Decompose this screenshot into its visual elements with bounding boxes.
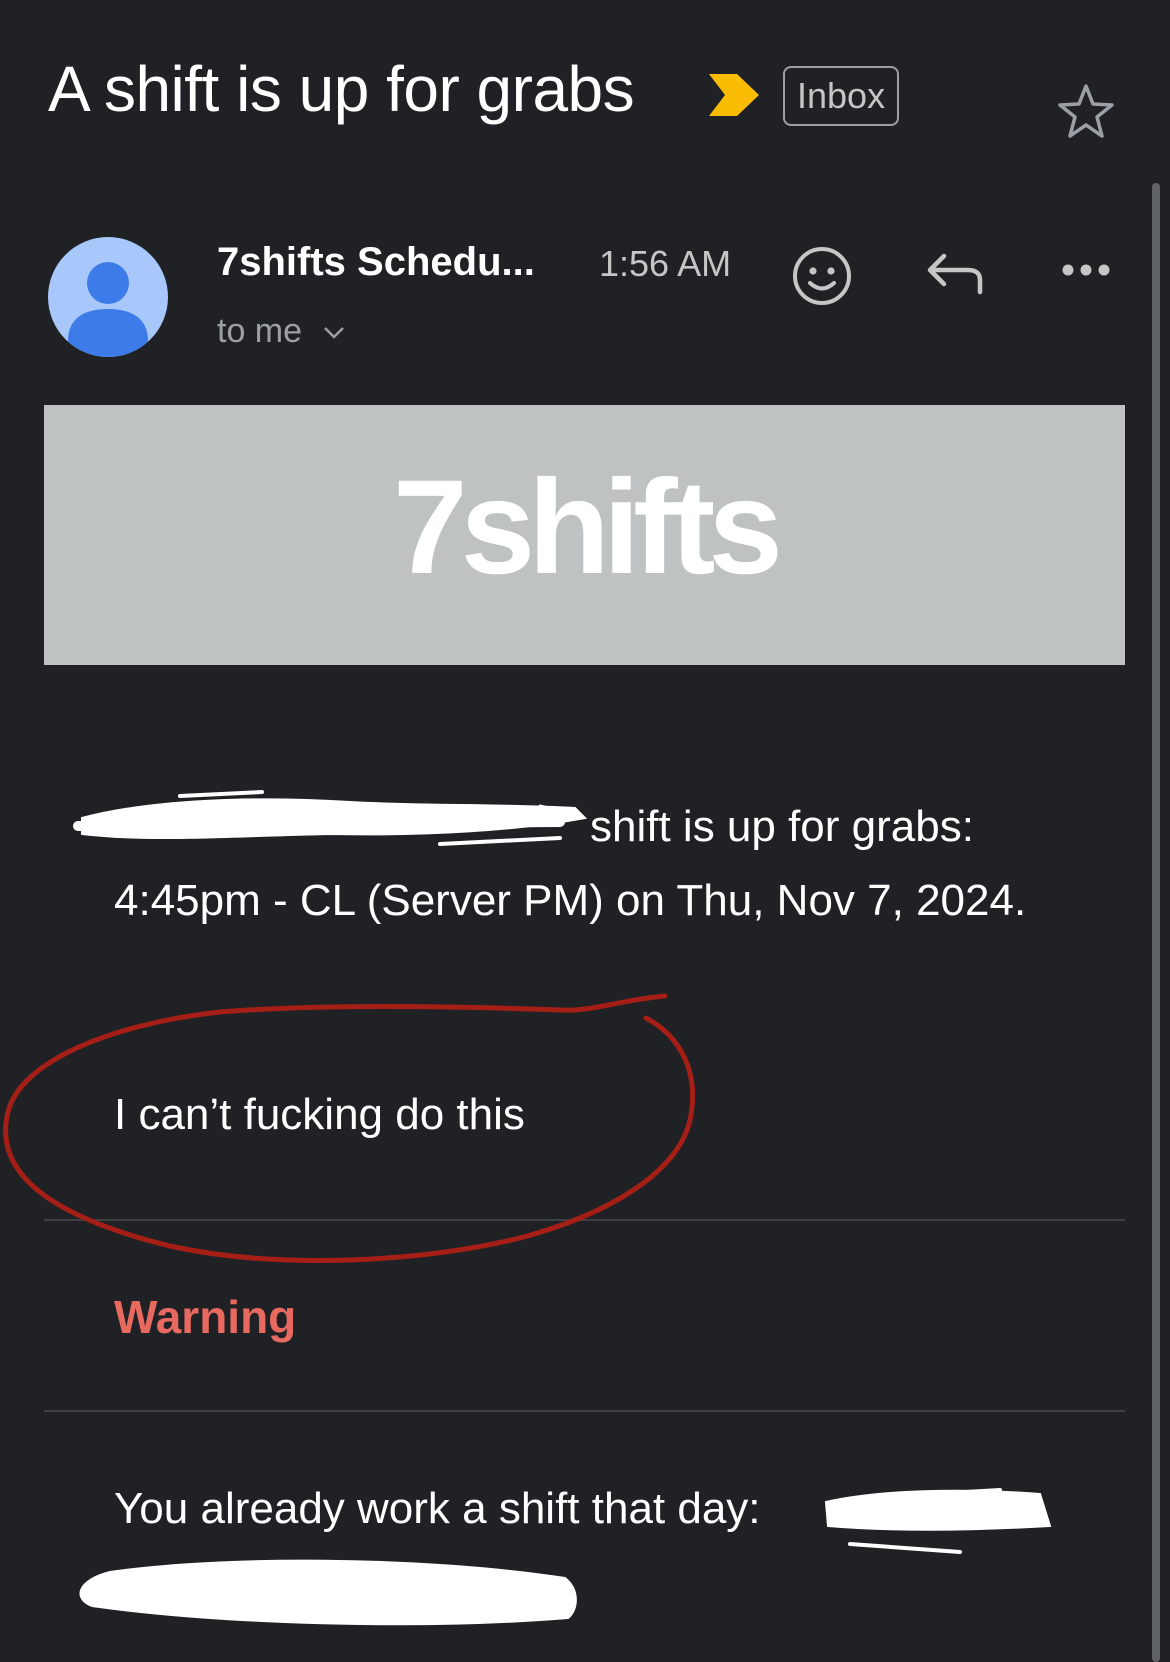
brand-logo-text: 7shifts <box>393 453 783 602</box>
sender-name[interactable]: 7shifts Schedu... <box>217 240 535 285</box>
avatar-person-icon <box>68 262 148 357</box>
reply-icon[interactable] <box>924 248 986 298</box>
star-icon[interactable] <box>1056 82 1116 142</box>
importance-marker-icon[interactable] <box>707 72 761 118</box>
scrollbar[interactable] <box>1152 183 1160 1662</box>
annotated-text: I can’t fucking do this <box>114 1090 525 1139</box>
avatar[interactable] <box>48 237 168 357</box>
emoji-reaction-icon[interactable] <box>790 244 854 308</box>
conflict-text: You already work a shift that day: <box>114 1484 761 1533</box>
warning-heading: Warning <box>114 1291 297 1343</box>
inbox-label-chip[interactable]: Inbox <box>783 66 900 126</box>
brand-banner: 7shifts <box>44 405 1125 665</box>
shift-offer-text: shift is up for grabs: 4:45pm - CL (Serv… <box>114 790 1074 938</box>
chevron-down-icon <box>323 327 344 339</box>
redaction-mark <box>79 1559 577 1626</box>
shift-offer-paragraph: shift is up for grabs: 4:45pm - CL (Serv… <box>114 802 1027 925</box>
divider <box>44 1219 1125 1221</box>
divider <box>44 1410 1125 1412</box>
more-options-icon[interactable] <box>1058 250 1114 290</box>
recipient-label: to me <box>217 312 303 350</box>
email-subject: A shift is up for grabs <box>48 53 635 125</box>
redaction-mark <box>824 1488 1052 1554</box>
recipient-toggle[interactable]: to me <box>217 312 346 351</box>
sent-time: 1:56 AM <box>599 243 732 284</box>
